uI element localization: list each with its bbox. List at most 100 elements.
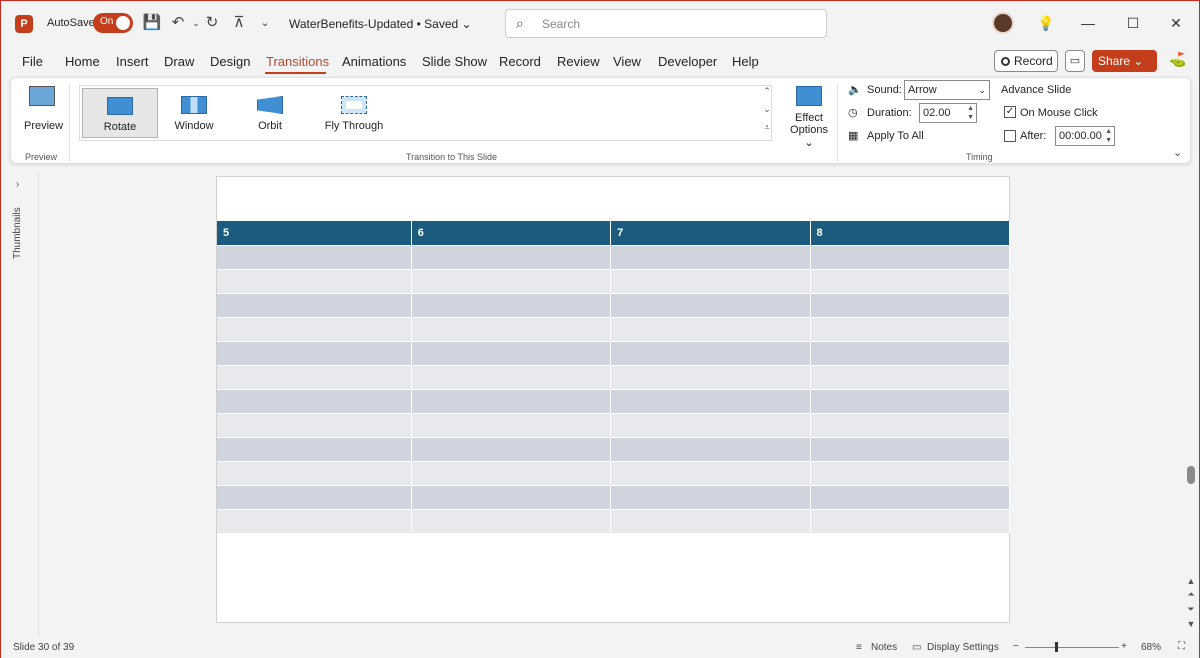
table-header-cell[interactable]: 5 [217,221,412,245]
zoom-level[interactable]: 68% [1141,642,1161,653]
table-cell[interactable] [610,340,811,365]
tab-insert[interactable]: Insert [116,54,149,69]
table-cell[interactable] [610,316,811,341]
collapse-ribbon-chevron-icon[interactable]: ⌄ [1173,146,1182,159]
table-cell[interactable] [217,388,412,413]
transition-fly-through[interactable]: Fly Through [308,88,400,138]
after-spinner[interactable]: 00:00.00 ▲ ▼ [1055,126,1115,146]
table-cell[interactable] [411,268,612,293]
save-icon[interactable]: 💾 [142,13,162,33]
table-cell[interactable] [810,436,1011,461]
table-cell[interactable] [610,388,811,413]
table-cell[interactable] [217,484,412,509]
record-button[interactable]: Record [994,50,1058,72]
tab-file[interactable]: File [22,54,43,69]
table-cell[interactable] [810,340,1011,365]
spinner-arrows-icon[interactable]: ▲ ▼ [1105,127,1112,145]
table-cell[interactable] [810,412,1011,437]
previous-slide-icon[interactable]: ⏶ [1185,589,1197,600]
table-cell[interactable] [411,412,612,437]
table-cell[interactable] [411,436,612,461]
search-box[interactable]: ⌕ Search [505,9,827,38]
tab-design[interactable]: Design [210,54,250,69]
on-mouse-click-checkbox[interactable]: ✓ [1004,106,1016,118]
tab-animations[interactable]: Animations [342,54,406,69]
tab-draw[interactable]: Draw [164,54,194,69]
table-cell[interactable] [610,412,811,437]
tab-review[interactable]: Review [557,54,600,69]
table-cell[interactable] [217,364,412,389]
table-cell[interactable] [810,388,1011,413]
table-cell[interactable] [411,316,612,341]
sound-dropdown[interactable]: Arrow ⌄ [904,80,990,100]
transition-window[interactable]: Window [156,88,232,138]
table-cell[interactable] [610,364,811,389]
table-cell[interactable] [610,292,811,317]
tab-home[interactable]: Home [65,54,100,69]
close-icon[interactable]: ✕ [1164,11,1188,35]
effect-options-button[interactable]: Effect Options ⌄ [784,84,834,149]
table-cell[interactable] [810,292,1011,317]
tab-developer[interactable]: Developer [658,54,717,69]
after-checkbox[interactable] [1004,130,1016,142]
vertical-scrollbar-thumb[interactable] [1187,466,1195,484]
minimize-icon[interactable]: — [1076,11,1100,35]
table-cell[interactable] [810,364,1011,389]
thumbnails-label[interactable]: Thumbnails [12,207,23,259]
document-title[interactable]: WaterBenefits-Updated • Saved ⌄ [289,17,472,31]
table-cell[interactable] [610,508,811,533]
table-header-cell[interactable]: 6 [411,221,612,245]
slide-table[interactable]: 5 6 7 8 [217,221,1011,533]
transition-rotate[interactable]: Rotate [82,88,158,138]
tab-transitions[interactable]: Transitions [266,54,329,69]
table-cell[interactable] [217,412,412,437]
user-avatar[interactable] [992,12,1014,34]
tab-slide-show[interactable]: Slide Show [422,54,487,69]
apply-to-all-button[interactable]: Apply To All [867,130,924,142]
table-cell[interactable] [411,388,612,413]
scroll-up-icon[interactable]: ▲ [1185,576,1197,586]
duration-spinner[interactable]: 02.00 ▲ ▼ [919,103,977,123]
table-cell[interactable] [411,484,612,509]
table-cell[interactable] [411,292,612,317]
table-cell[interactable] [411,364,612,389]
table-cell[interactable] [810,268,1011,293]
tab-view[interactable]: View [613,54,641,69]
gallery-more-icon[interactable]: ⩡ [761,122,773,176]
expand-thumbnails-chevron-icon[interactable]: › [16,179,19,190]
table-cell[interactable] [610,244,811,269]
table-cell[interactable] [810,244,1011,269]
transition-orbit[interactable]: Orbit [232,88,308,138]
table-cell[interactable] [217,268,412,293]
autosave-toggle[interactable]: On [93,13,133,33]
preview-button[interactable]: Preview [24,84,63,144]
table-header-cell[interactable]: 7 [610,221,811,245]
scroll-down-icon[interactable]: ▼ [1185,619,1197,629]
table-cell[interactable] [810,316,1011,341]
table-header-cell[interactable]: 8 [810,221,1011,245]
table-cell[interactable] [217,460,412,485]
zoom-slider-track[interactable] [1025,647,1119,648]
table-cell[interactable] [610,268,811,293]
zoom-out-icon[interactable]: − [1013,641,1019,652]
table-cell[interactable] [610,484,811,509]
present-icon[interactable]: ⊼ [229,13,249,33]
table-cell[interactable] [217,316,412,341]
maximize-icon[interactable]: ☐ [1121,11,1145,35]
comments-icon[interactable]: ▭ [1065,50,1085,72]
table-cell[interactable] [810,484,1011,509]
zoom-in-icon[interactable]: + [1121,641,1127,652]
spinner-arrows-icon[interactable]: ▲ ▼ [967,104,974,122]
table-cell[interactable] [411,460,612,485]
coauthor-icon[interactable]: ⛳ [1169,51,1186,68]
redo-icon[interactable]: ↻ [202,13,222,33]
next-slide-icon[interactable]: ⏷ [1185,604,1197,615]
table-cell[interactable] [411,340,612,365]
tab-record[interactable]: Record [499,54,541,69]
table-cell[interactable] [217,340,412,365]
share-button[interactable]: Share ⌄ [1092,50,1157,72]
customize-toolbar-chevron-icon[interactable]: ⌄ [255,13,275,33]
table-cell[interactable] [610,460,811,485]
lightbulb-icon[interactable]: 💡 [1034,11,1058,35]
table-cell[interactable] [217,244,412,269]
